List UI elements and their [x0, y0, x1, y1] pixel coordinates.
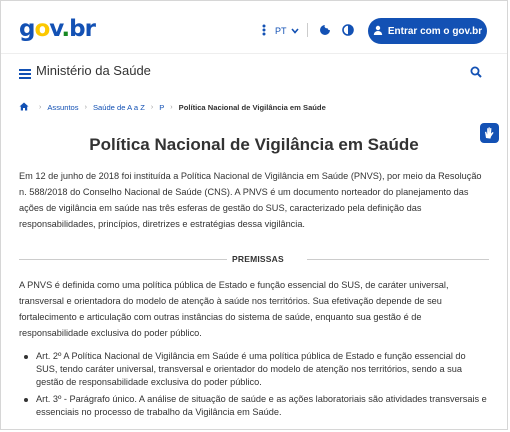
bullet-icon	[24, 398, 28, 402]
user-icon	[373, 25, 383, 38]
page-title: Política Nacional de Vigilância em Saúde	[89, 135, 419, 155]
chevron-right-icon: ›	[150, 104, 154, 111]
bullet-icon	[24, 355, 28, 359]
home-icon[interactable]	[19, 102, 33, 115]
chevron-down-icon	[291, 27, 299, 36]
list-item-text: Art. 2º A Política Nacional de Vigilânci…	[36, 351, 466, 387]
cookie-icon[interactable]	[319, 23, 333, 37]
premissas-paragraph: A PNVS é definida como uma política públ…	[19, 280, 449, 338]
divider-line-left	[19, 259, 227, 260]
accessibility-hands-icon	[485, 127, 494, 139]
divider-line-right	[307, 259, 489, 260]
ministry-title[interactable]: Ministério da Saúde	[36, 63, 151, 79]
ministry-bar: Ministério da Saúde	[1, 53, 507, 88]
intro-paragraph: Em 12 de junho de 2018 foi instituída a …	[19, 171, 482, 229]
section-divider: PREMISSAS	[19, 253, 489, 265]
hamburger-menu-icon[interactable]	[19, 66, 31, 79]
chevron-right-icon: ›	[170, 104, 173, 111]
govbr-logo[interactable]: gov.br	[19, 16, 96, 42]
breadcrumb: › Assuntos › Saúde de A a Z › P › Políti…	[19, 102, 326, 114]
list-item: Art. 3º - Parágrafo único. A análise de …	[19, 393, 489, 419]
logo-dot: .	[61, 16, 70, 42]
logo-letter-o: o	[34, 16, 50, 42]
language-selector[interactable]: PT	[275, 24, 299, 39]
login-button[interactable]: Entrar com o gov.br	[368, 18, 487, 44]
breadcrumb-link-assuntos[interactable]: Assuntos	[47, 102, 78, 114]
list-item: Art. 2º A Política Nacional de Vigilânci…	[19, 350, 489, 389]
section-heading: PREMISSAS	[232, 254, 284, 264]
chevron-right-icon: ›	[84, 104, 87, 111]
chevron-right-icon: ›	[39, 104, 42, 111]
kebab-menu-icon[interactable]	[257, 24, 271, 38]
breadcrumb-link-p[interactable]: P	[159, 102, 164, 114]
language-label: PT	[275, 26, 287, 36]
articles-list: Art. 2º A Política Nacional de Vigilânci…	[19, 350, 489, 423]
list-item-text: Art. 3º - Parágrafo único. A análise de …	[36, 394, 487, 417]
contrast-icon[interactable]	[342, 23, 356, 37]
search-icon[interactable]	[470, 65, 482, 78]
site-header: gov.br PT Entrar com o gov.br	[1, 1, 507, 53]
login-label: Entrar com o gov.br	[387, 25, 483, 37]
logo-letter-g: g	[19, 16, 36, 42]
header-divider	[307, 23, 308, 37]
page-frame: gov.br PT Entrar com o gov.br Ministério…	[0, 0, 508, 430]
breadcrumb-current: Política Nacional de Vigilância em Saúde	[178, 103, 326, 112]
logo-letter-v: v	[49, 16, 62, 42]
breadcrumb-link-saude-a-z[interactable]: Saúde de A a Z	[93, 102, 145, 114]
accessibility-button[interactable]	[480, 123, 499, 143]
logo-br: br	[69, 16, 96, 42]
